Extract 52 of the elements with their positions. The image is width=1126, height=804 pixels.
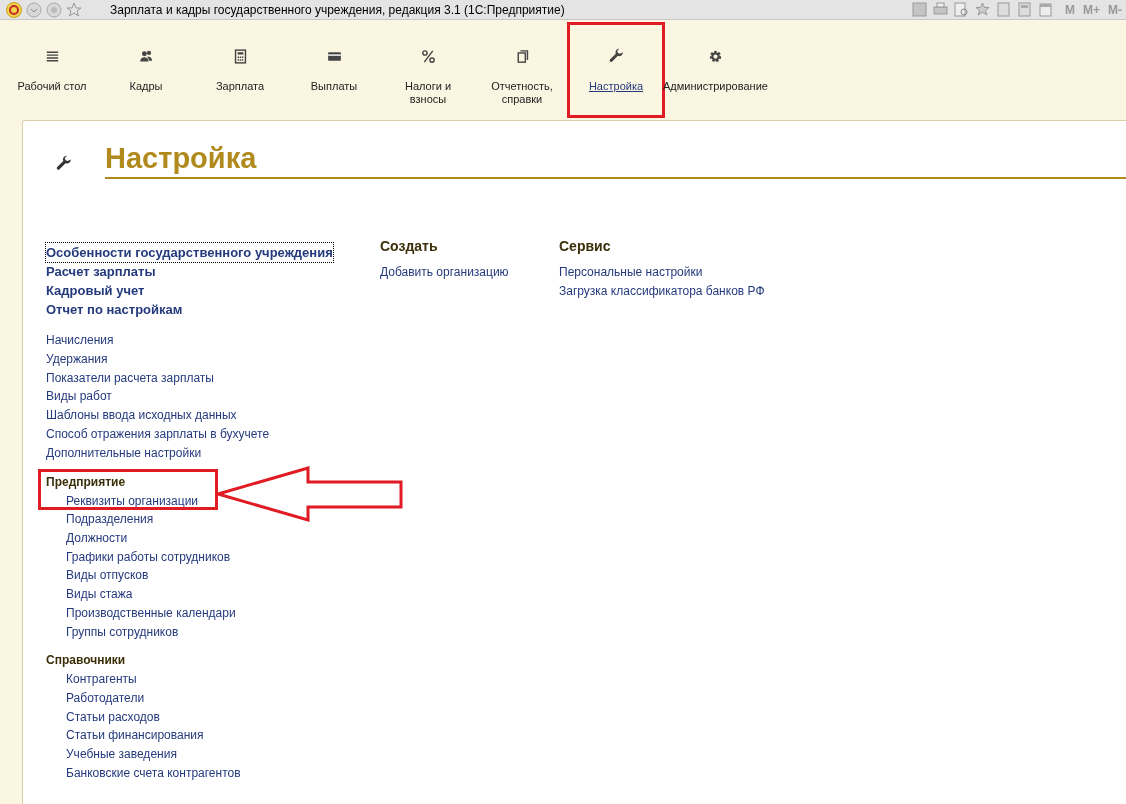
page-title: Настройка bbox=[105, 141, 258, 176]
section-tab[interactable]: Настройка bbox=[588, 80, 644, 93]
link[interactable]: Расчет зарплаты bbox=[46, 262, 156, 281]
link[interactable]: Статьи финансирования bbox=[66, 726, 204, 745]
link[interactable]: Удержания bbox=[46, 349, 108, 369]
link[interactable]: Статьи расходов bbox=[66, 707, 160, 727]
link[interactable]: Кадровый учет bbox=[46, 281, 145, 300]
section-tab[interactable]: Налоги и взносы bbox=[393, 80, 463, 106]
circle-button-icon[interactable] bbox=[46, 1, 62, 18]
group-heading: Справочники bbox=[46, 652, 127, 670]
app-logo-icon[interactable] bbox=[6, 1, 22, 18]
link[interactable]: Виды работ bbox=[46, 387, 112, 407]
link[interactable]: Банковские счета контрагентов bbox=[66, 763, 241, 783]
link[interactable]: Работодатели bbox=[66, 688, 145, 708]
link[interactable]: Шаблоны ввода исходных данных bbox=[46, 406, 237, 425]
link[interactable]: Загрузка классификатора банков РФ bbox=[559, 282, 765, 301]
star-icon[interactable] bbox=[975, 2, 990, 17]
section-heading: Сервис bbox=[559, 237, 612, 255]
window-title: Зарплата и кадры государственного учреждения, редакция 3.1 (1С:Предприятие) bbox=[110, 1, 565, 19]
wrench-icon bbox=[55, 155, 73, 173]
link[interactable]: Показатели расчета зарплаты bbox=[46, 368, 214, 388]
link[interactable]: Добавить организацию bbox=[380, 263, 509, 282]
link[interactable]: Должности bbox=[66, 529, 128, 548]
link[interactable]: Дополнительные настройки bbox=[46, 443, 202, 463]
link[interactable]: Графики работы сотрудников bbox=[66, 547, 231, 567]
preview-icon[interactable] bbox=[954, 2, 969, 17]
link[interactable]: Учебные заведения bbox=[66, 745, 177, 764]
link[interactable]: Персональные настройки bbox=[559, 263, 703, 282]
section-tab[interactable]: Зарплата bbox=[215, 80, 265, 93]
section-heading: Создать bbox=[380, 237, 439, 255]
link[interactable]: Контрагенты bbox=[66, 670, 137, 689]
section-tab[interactable]: Кадры bbox=[129, 80, 163, 93]
link[interactable]: Виды отпусков bbox=[66, 566, 149, 586]
printer-icon[interactable] bbox=[933, 2, 948, 17]
wrench-icon[interactable] bbox=[607, 48, 625, 65]
section-tab[interactable]: Отчетность, справки bbox=[487, 80, 557, 106]
circle-button-icon[interactable] bbox=[26, 1, 42, 18]
link[interactable]: Группы сотрудников bbox=[66, 622, 179, 642]
calendar-icon[interactable] bbox=[1038, 2, 1053, 17]
link[interactable]: Особенности государственного учреждения bbox=[46, 243, 333, 262]
link[interactable]: Подразделения bbox=[66, 510, 154, 529]
star-icon[interactable] bbox=[66, 1, 82, 18]
link[interactable]: Способ отражения зарплаты в бухучете bbox=[46, 425, 270, 444]
link[interactable]: Производственные календари bbox=[66, 603, 236, 623]
link[interactable]: Отчет по настройкам bbox=[46, 300, 183, 319]
link[interactable]: Начисления bbox=[46, 331, 114, 350]
link[interactable]: Реквизиты организации bbox=[66, 491, 199, 511]
percent-icon[interactable] bbox=[419, 48, 437, 65]
group-heading: Предприятие bbox=[46, 473, 127, 491]
section-tab[interactable]: Выплаты bbox=[310, 80, 358, 93]
link[interactable]: Виды стажа bbox=[66, 585, 133, 604]
section-tab[interactable]: Рабочий стол bbox=[17, 80, 87, 93]
